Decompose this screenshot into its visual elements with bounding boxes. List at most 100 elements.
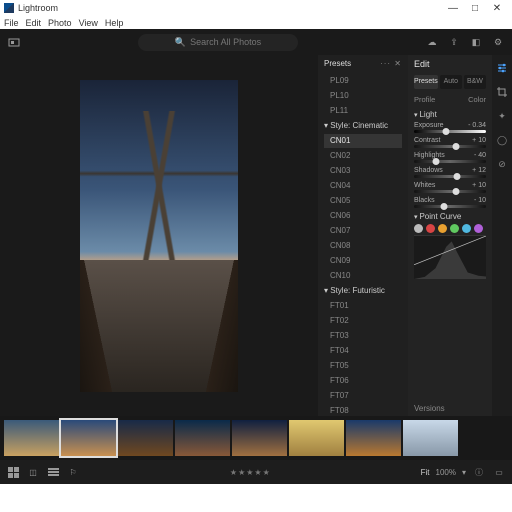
preset-item[interactable]: FT07 xyxy=(324,389,402,403)
status-bar: ◫ ⚐ ★★★★★ Fit 100% ▾ ⓘ ▭ xyxy=(0,460,512,484)
masking-icon[interactable]: ◯ xyxy=(495,133,509,147)
menu-file[interactable]: File xyxy=(4,18,19,28)
preset-item[interactable]: CN01 xyxy=(324,134,402,148)
healing-icon[interactable]: ✦ xyxy=(495,109,509,123)
preset-item[interactable]: FT04 xyxy=(324,344,402,358)
preset-item[interactable]: CN09 xyxy=(324,254,402,268)
point-curve-box[interactable] xyxy=(414,235,486,279)
filmstrip-thumb[interactable] xyxy=(61,420,116,456)
photo-preview xyxy=(80,80,238,392)
edit-title: Edit xyxy=(414,59,486,69)
presets-title: Presets xyxy=(324,59,351,68)
compare-view-icon[interactable]: ◫ xyxy=(26,465,40,479)
preset-item[interactable]: CN02 xyxy=(324,149,402,163)
canvas-area[interactable] xyxy=(0,55,318,416)
preset-item[interactable]: PL10 xyxy=(324,89,402,103)
stack-view-icon[interactable] xyxy=(46,465,60,479)
preset-item[interactable]: FT06 xyxy=(324,374,402,388)
light-sliders: Exposure- 0.34 Contrast+ 10 Highlights- 40… xyxy=(414,122,486,208)
filmstrip-thumb[interactable] xyxy=(403,420,458,456)
curve-swatch[interactable] xyxy=(426,224,435,233)
preset-item[interactable]: CN04 xyxy=(324,179,402,193)
info-icon[interactable]: ⓘ xyxy=(472,465,486,479)
curve-swatch[interactable] xyxy=(438,224,447,233)
filmstrip-thumb[interactable] xyxy=(118,420,173,456)
search-placeholder: Search All Photos xyxy=(190,37,261,47)
workspace: Presets ··· ✕ PL09PL10PL11▾ Style: Cinem… xyxy=(0,55,512,416)
settings-icon[interactable]: ⚙ xyxy=(490,34,506,50)
preset-group[interactable]: ▾ Style: Futuristic xyxy=(324,284,402,298)
crop-icon[interactable] xyxy=(495,85,509,99)
curve-swatch[interactable] xyxy=(414,224,423,233)
menu-help[interactable]: Help xyxy=(105,18,124,28)
tool-rail: ✦ ◯ ⊘ xyxy=(492,55,512,416)
section-light[interactable]: Light xyxy=(414,110,486,119)
maximize-button[interactable]: □ xyxy=(464,3,486,14)
my-photos-button[interactable] xyxy=(6,34,22,50)
curve-swatch[interactable] xyxy=(450,224,459,233)
filmstrip[interactable] xyxy=(0,416,512,460)
minimize-button[interactable]: — xyxy=(442,3,464,14)
preset-item[interactable]: FT02 xyxy=(324,314,402,328)
zoom-dropdown-icon[interactable]: ▾ xyxy=(462,468,466,477)
filmstrip-thumb[interactable] xyxy=(289,420,344,456)
preset-item[interactable]: CN06 xyxy=(324,209,402,223)
preset-item[interactable]: CN05 xyxy=(324,194,402,208)
presets-more-icon[interactable]: ··· ✕ xyxy=(380,59,402,68)
app-body: 🔍 Search All Photos ☁ ⇪ ◧ ⚙ Presets ··· … xyxy=(0,29,512,484)
filmstrip-thumb[interactable] xyxy=(175,420,230,456)
profile-value[interactable]: Color xyxy=(468,95,486,104)
filmstrip-thumb[interactable] xyxy=(232,420,287,456)
filmstrip-thumb[interactable] xyxy=(4,420,59,456)
preset-item[interactable]: FT01 xyxy=(324,299,402,313)
search-input[interactable]: 🔍 Search All Photos xyxy=(138,34,298,51)
curve-swatch[interactable] xyxy=(474,224,483,233)
fit-label[interactable]: Fit xyxy=(421,468,430,477)
edit-sliders-icon[interactable] xyxy=(495,61,509,75)
slider-blacks[interactable]: Blacks- 10 xyxy=(414,197,486,208)
layout-toggle-icon[interactable]: ▭ xyxy=(492,465,506,479)
section-point-curve[interactable]: Point Curve xyxy=(414,212,486,221)
tag-icon[interactable]: ◧ xyxy=(468,34,484,50)
slider-whites[interactable]: Whites+ 10 xyxy=(414,182,486,193)
preset-item[interactable]: PL11 xyxy=(324,104,402,118)
menu-photo[interactable]: Photo xyxy=(48,18,72,28)
close-button[interactable]: ✕ xyxy=(486,3,508,14)
zoom-value[interactable]: 100% xyxy=(436,468,456,477)
presets-panel: Presets ··· ✕ PL09PL10PL11▾ Style: Cinem… xyxy=(318,55,408,416)
rating-stars[interactable]: ★★★★★ xyxy=(230,468,271,477)
preset-item[interactable]: CN07 xyxy=(324,224,402,238)
preset-item[interactable]: CN10 xyxy=(324,269,402,283)
filmstrip-thumb[interactable] xyxy=(346,420,401,456)
edit-panel: Edit Presets Auto B&W Profile Color Ligh… xyxy=(408,55,492,416)
share-icon[interactable]: ⇪ xyxy=(446,34,462,50)
preset-group[interactable]: ▾ Style: Cinematic xyxy=(324,119,402,133)
preset-item[interactable]: CN08 xyxy=(324,239,402,253)
app-title: Lightroom xyxy=(18,3,58,13)
menu-edit[interactable]: Edit xyxy=(26,18,42,28)
tab-auto[interactable]: Auto xyxy=(440,75,462,89)
preset-item[interactable]: PL09 xyxy=(324,74,402,88)
menu-bar: File Edit Photo View Help xyxy=(0,16,512,29)
preset-item[interactable]: FT05 xyxy=(324,359,402,373)
preset-item[interactable]: FT03 xyxy=(324,329,402,343)
grid-view-icon[interactable] xyxy=(6,465,20,479)
edit-tabs: Presets Auto B&W xyxy=(414,75,486,89)
cloud-status-icon[interactable]: ☁ xyxy=(424,34,440,50)
tab-presets[interactable]: Presets xyxy=(414,75,438,89)
os-titlebar: Lightroom — □ ✕ xyxy=(0,0,512,16)
versions-label[interactable]: Versions xyxy=(414,404,445,413)
slider-highlights[interactable]: Highlights- 40 xyxy=(414,152,486,163)
tab-bw[interactable]: B&W xyxy=(464,75,486,89)
redeye-icon[interactable]: ⊘ xyxy=(495,157,509,171)
top-toolbar: 🔍 Search All Photos ☁ ⇪ ◧ ⚙ xyxy=(0,29,512,55)
preset-item[interactable]: FT08 xyxy=(324,404,402,416)
slider-shadows[interactable]: Shadows+ 12 xyxy=(414,167,486,178)
preset-item[interactable]: CN03 xyxy=(324,164,402,178)
slider-exposure[interactable]: Exposure- 0.34 xyxy=(414,122,486,133)
slider-contrast[interactable]: Contrast+ 10 xyxy=(414,137,486,148)
menu-view[interactable]: View xyxy=(79,18,98,28)
flag-icon[interactable]: ⚐ xyxy=(66,465,80,479)
app-logo-icon xyxy=(4,3,14,13)
curve-swatch[interactable] xyxy=(462,224,471,233)
